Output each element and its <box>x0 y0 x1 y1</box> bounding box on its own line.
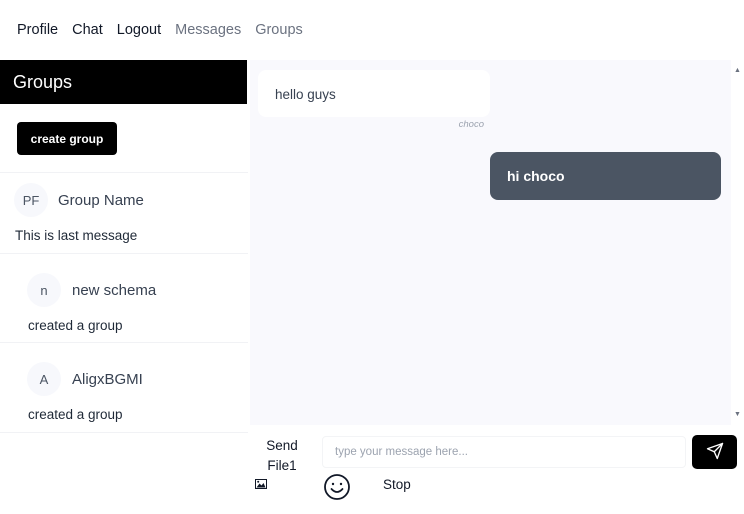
scroll-up-arrow-icon[interactable]: ▲ <box>731 66 744 76</box>
stop-button[interactable]: Stop <box>383 477 411 492</box>
chat-scrollbar[interactable]: ▲ ▼ <box>731 60 744 425</box>
avatar: n <box>27 273 61 307</box>
group-name: new schema <box>72 282 157 299</box>
group-item[interactable]: A AligxBGMI created a group <box>0 343 248 432</box>
group-name: Group Name <box>58 192 144 209</box>
send-file-button[interactable]: Send File1 <box>258 436 306 476</box>
group-last-message: created a group <box>28 318 123 333</box>
nav-messages-link[interactable]: Messages <box>175 22 241 38</box>
avatar: A <box>27 362 61 396</box>
groups-sidebar: Groups create group PF Group Name This i… <box>0 60 248 514</box>
image-icon[interactable] <box>255 476 267 489</box>
outgoing-message-bubble: hi choco <box>490 152 721 200</box>
top-nav: Profile Chat Logout Messages Groups <box>0 0 744 60</box>
incoming-message-bubble: hello guys <box>258 70 490 117</box>
nav-logout-link[interactable]: Logout <box>117 22 161 38</box>
nav-chat-link[interactable]: Chat <box>72 22 103 38</box>
group-name: AligxBGMI <box>72 371 143 388</box>
send-message-button[interactable] <box>692 435 737 469</box>
message-sender-name: choco <box>458 119 484 130</box>
nav-groups-link[interactable]: Groups <box>255 22 303 38</box>
send-file-label: Send File1 <box>266 438 298 473</box>
create-group-button[interactable]: create group <box>17 122 117 155</box>
group-item[interactable]: PF Group Name This is last message <box>0 173 248 253</box>
smiley-icon[interactable] <box>323 473 351 501</box>
divider <box>0 432 248 433</box>
scroll-down-arrow-icon[interactable]: ▼ <box>731 410 744 420</box>
group-last-message: This is last message <box>15 228 138 243</box>
group-item[interactable]: n new schema created a group <box>0 254 248 342</box>
nav-profile-link[interactable]: Profile <box>17 22 58 38</box>
avatar: PF <box>14 183 48 217</box>
message-input[interactable] <box>322 436 686 468</box>
paper-plane-icon <box>706 442 724 463</box>
group-last-message: created a group <box>28 407 123 422</box>
sidebar-title: Groups <box>0 60 247 104</box>
